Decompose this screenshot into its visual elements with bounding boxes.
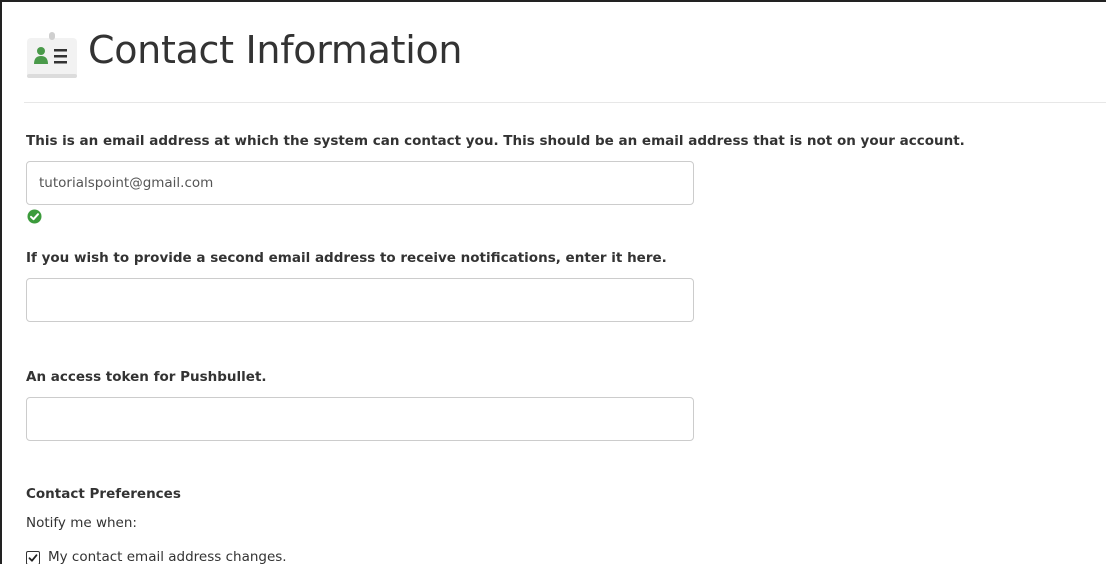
pushbullet-token-input[interactable] [26, 397, 694, 441]
page: Contact Information This is an email add… [0, 0, 1106, 564]
contact-preferences-heading: Contact Preferences [26, 486, 181, 502]
secondary-email-label: If you wish to provide a second email ad… [26, 250, 667, 266]
page-header: Contact Information [24, 24, 1106, 103]
contact-card-icon [26, 30, 78, 80]
secondary-email-input[interactable] [26, 278, 694, 322]
primary-email-input[interactable] [26, 161, 694, 205]
valid-check-icon [27, 209, 42, 224]
preference-item-label: My contact email address changes. [48, 549, 287, 564]
notify-intro-text: Notify me when: [26, 515, 137, 531]
page-title: Contact Information [88, 28, 463, 72]
checkbox-checked[interactable] [26, 551, 40, 564]
pushbullet-token-label: An access token for Pushbullet. [26, 369, 267, 385]
primary-email-label: This is an email address at which the sy… [26, 133, 965, 149]
